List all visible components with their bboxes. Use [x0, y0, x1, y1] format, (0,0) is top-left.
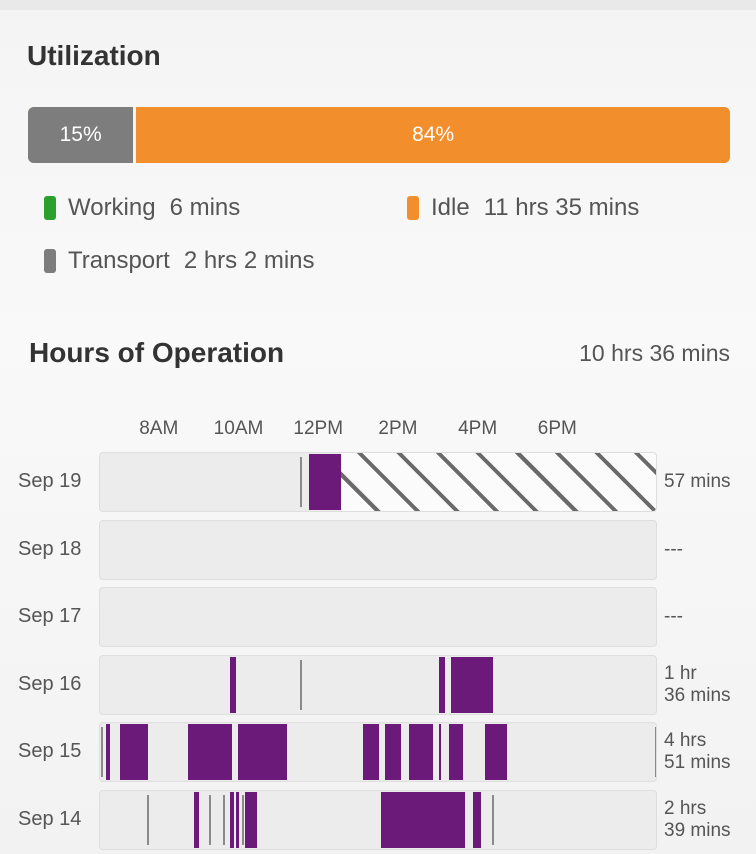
row-total-line1: 57 mins [664, 471, 731, 492]
legend-transport-value: 2 hrs 2 mins [183, 247, 315, 274]
row-date-label: Sep 14 [18, 807, 82, 830]
operation-block[interactable] [438, 724, 441, 780]
axis-tick-label: 6PM [537, 418, 577, 439]
transport-marker [655, 727, 656, 777]
legend-working-value: 6 mins [169, 194, 241, 221]
legend-transport: Transport 2 hrs 2 mins [44, 247, 315, 275]
row-date-label: Sep 16 [18, 672, 82, 695]
row-total-line2: 51 mins [664, 752, 731, 773]
transport-marker [100, 727, 103, 777]
axis-tick-label: 2PM [378, 418, 418, 439]
transport-marker [208, 794, 211, 845]
operation-block[interactable] [237, 724, 288, 780]
row-total-line1: --- [664, 538, 683, 560]
operation-block[interactable] [384, 724, 401, 780]
row-date-label: Sep 17 [18, 605, 82, 627]
row-total-line1: 1 hr [664, 662, 697, 684]
working-swatch-icon [44, 196, 56, 220]
operation-block[interactable] [484, 724, 507, 780]
operation-block[interactable] [236, 791, 240, 848]
row-total-line1: 4 hrs [664, 730, 707, 751]
axis-tick-label: 12PM [293, 418, 344, 439]
axis-tick-label: 8AM [139, 418, 179, 439]
operation-block[interactable] [229, 656, 236, 713]
row-total-line2: 36 mins [664, 684, 731, 706]
operation-block[interactable] [105, 724, 110, 780]
hours-of-operation-title: Hours of Operation [29, 337, 285, 368]
row-total-duration: --- [664, 539, 754, 561]
operation-block[interactable] [193, 791, 199, 848]
no-data-hatch [341, 453, 656, 511]
operation-block[interactable] [448, 724, 463, 780]
transport-marker [491, 794, 494, 845]
transport-marker [300, 457, 303, 507]
row-date-label: Sep 19 [18, 470, 82, 492]
transport-marker [146, 794, 149, 845]
idle-swatch-icon [407, 196, 419, 220]
transport-segment: 15% [28, 107, 137, 163]
legend-working: Working 6 mins [44, 194, 240, 222]
row-total-duration: 1 hr 36 mins [664, 663, 754, 707]
legend-working-label: Working [68, 194, 156, 221]
row-total-line2: 39 mins [664, 819, 731, 841]
legend-idle-value: 11 hrs 35 mins [483, 194, 640, 221]
operation-block[interactable] [229, 791, 234, 848]
row-timeline-track[interactable] [99, 654, 657, 715]
operation-block[interactable] [380, 791, 465, 848]
transport-marker [300, 659, 303, 710]
transport-marker [222, 794, 225, 845]
transport-swatch-icon [44, 249, 56, 273]
operation-block[interactable] [309, 454, 342, 510]
row-date-label: Sep 15 [18, 740, 82, 762]
row-timeline-track[interactable] [99, 587, 657, 647]
utilization-bar: 15% 84% [28, 107, 730, 163]
row-total-duration: 2 hrs 39 mins [664, 798, 754, 842]
row-timeline-track[interactable] [99, 722, 657, 782]
axis-tick-label: 4PM [458, 418, 498, 439]
row-total-line1: --- [664, 606, 683, 627]
operation-block[interactable] [119, 724, 148, 780]
row-total-line1: 2 hrs [664, 797, 707, 819]
row-date-label: Sep 18 [18, 537, 82, 560]
operation-block[interactable] [363, 724, 379, 780]
total-hours: 10 hrs 36 mins [579, 340, 730, 366]
idle-segment: 84% [136, 107, 730, 163]
top-strip [0, 0, 756, 10]
legend-idle-label: Idle [431, 194, 470, 221]
legend-idle: Idle 11 hrs 35 mins [407, 194, 639, 222]
utilization-title: Utilization [27, 40, 161, 71]
row-total-duration: 4 hrs 51 mins [664, 730, 754, 774]
row-timeline-track[interactable] [99, 789, 657, 850]
operation-block[interactable] [408, 724, 433, 780]
row-total-duration: --- [664, 606, 754, 628]
operation-block[interactable] [245, 791, 258, 848]
axis-tick-label: 10AM [213, 418, 264, 439]
legend-transport-label: Transport [68, 247, 170, 274]
operation-block[interactable] [187, 724, 232, 780]
operation-block[interactable] [472, 791, 481, 848]
row-timeline-track[interactable] [99, 519, 657, 580]
operation-block[interactable] [450, 656, 493, 713]
row-timeline-track[interactable] [99, 452, 657, 512]
transport-marker [242, 794, 245, 845]
row-total-duration: 57 mins [664, 471, 754, 493]
operation-block[interactable] [438, 656, 445, 713]
